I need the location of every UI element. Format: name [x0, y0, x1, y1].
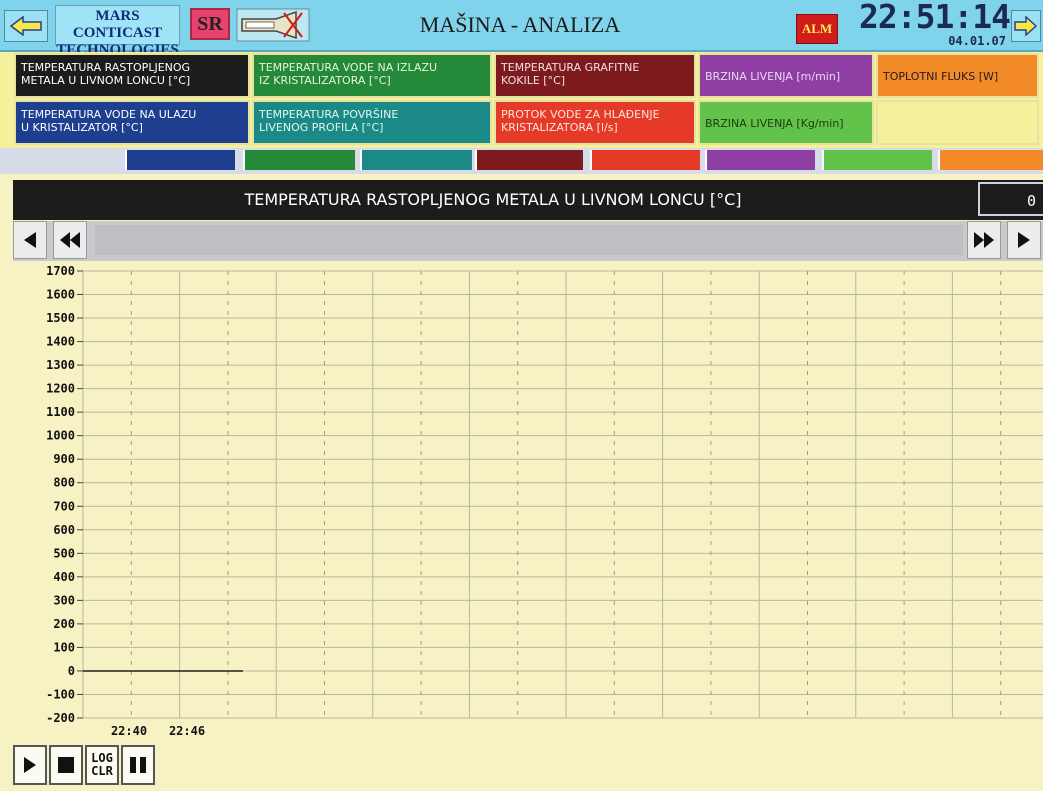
- horn-button[interactable]: [236, 8, 310, 42]
- x-tick-label: 22:40: [111, 724, 147, 738]
- signal-label: TEMPERATURA GRAFITNE: [501, 61, 640, 74]
- x-tick-label: 22:46: [169, 724, 205, 738]
- clock-time: 22:51:14: [859, 0, 1011, 36]
- scroll-left-button[interactable]: [13, 221, 47, 259]
- y-tick-label: 1600: [46, 288, 75, 302]
- signal-label: BRZINA LIVENJA [Kg/min]: [705, 117, 844, 130]
- y-tick-label: 1300: [46, 358, 75, 372]
- signal-label: BRZINA LIVENJA [m/min]: [705, 70, 841, 83]
- signal-label: KRISTALIZATORA [l/s]: [501, 121, 618, 134]
- signal-label: IZ KRISTALIZATORA [°C]: [259, 74, 391, 87]
- stop-icon: [58, 757, 74, 773]
- play-icon: [24, 757, 36, 773]
- signal-cooling-water-flow-button[interactable]: PROTOK VODE ZA HLAĐENJE KRISTALIZATORA […: [494, 100, 696, 145]
- double-right-icon: [974, 232, 994, 248]
- pause-icon: [130, 757, 146, 773]
- signal-label: TEMPERATURA VODE NA IZLAZU: [259, 61, 438, 74]
- signal-label: TOPLOTNI FLUKS [W]: [883, 70, 999, 83]
- clock-date: 04.01.07: [948, 34, 1006, 48]
- clear-label: CLR: [91, 764, 113, 778]
- fast-scroll-right-button[interactable]: [967, 221, 1001, 259]
- playback-controls: LOG CLR: [13, 745, 193, 789]
- signal-label: KOKILE [°C]: [501, 74, 566, 87]
- y-tick-label: 1700: [46, 264, 75, 278]
- series-swatch[interactable]: [590, 150, 700, 170]
- series-swatch[interactable]: [125, 150, 235, 170]
- signal-water-outlet-temp-button[interactable]: TEMPERATURA VODE NA IZLAZU IZ KRISTALIZA…: [252, 53, 492, 98]
- series-swatch[interactable]: [475, 150, 583, 170]
- scroll-track[interactable]: [95, 225, 963, 255]
- series-swatch[interactable]: [243, 150, 355, 170]
- pause-button[interactable]: [121, 745, 155, 785]
- log-clear-button[interactable]: LOG CLR: [85, 745, 119, 785]
- signal-molten-metal-temp-button[interactable]: TEMPERATURA RASTOPLJENOG METALA U LIVNOM…: [14, 53, 250, 98]
- y-tick-label: 100: [53, 640, 75, 654]
- signal-casting-speed-m-button[interactable]: BRZINA LIVENJA [m/min]: [698, 53, 874, 98]
- y-tick-label: 800: [53, 476, 75, 490]
- stop-button[interactable]: [49, 745, 83, 785]
- y-tick-label: 600: [53, 523, 75, 537]
- series-swatch[interactable]: [938, 150, 1043, 170]
- signal-graphite-mould-temp-button[interactable]: TEMPERATURA GRAFITNE KOKILE [°C]: [494, 53, 696, 98]
- y-tick-label: 700: [53, 499, 75, 513]
- signal-label: PROTOK VODE ZA HLAĐENJE: [501, 108, 660, 121]
- y-tick-label: 400: [53, 570, 75, 584]
- alarm-button[interactable]: ALM: [796, 14, 838, 44]
- y-tick-label: 500: [53, 546, 75, 560]
- language-button[interactable]: SR: [190, 8, 230, 40]
- screen-title: MAŠINA - ANALIZA: [419, 12, 621, 37]
- y-tick-label: 900: [53, 452, 75, 466]
- brand-name: MARS CONTICAST: [72, 8, 163, 41]
- y-tick-label: 200: [53, 617, 75, 631]
- signal-empty-slot: [876, 100, 1039, 145]
- signal-label: LIVENOG PROFILA [°C]: [259, 121, 384, 134]
- series-swatch[interactable]: [822, 150, 932, 170]
- signal-label: TEMPERATURA RASTOPLJENOG: [21, 61, 191, 74]
- double-left-icon: [60, 232, 80, 248]
- arrow-left-icon: [9, 16, 42, 36]
- triangle-right-icon: [1018, 232, 1030, 248]
- time-scroll-bar: [13, 221, 1043, 261]
- signal-profile-surface-temp-button[interactable]: TEMPERATURA POVRŠINE LIVENOG PROFILA [°C…: [252, 100, 492, 145]
- y-tick-label: 1200: [46, 382, 75, 396]
- y-tick-label: 1400: [46, 335, 75, 349]
- y-tick-label: 1100: [46, 405, 75, 419]
- y-tick-label: 0: [68, 664, 75, 678]
- scroll-right-button[interactable]: [1007, 221, 1041, 259]
- triangle-left-icon: [24, 232, 36, 248]
- y-tick-label: 1000: [46, 429, 75, 443]
- signal-heat-flux-button[interactable]: TOPLOTNI FLUKS [W]: [876, 53, 1039, 98]
- signal-selector: TEMPERATURA RASTOPLJENOG METALA U LIVNOM…: [0, 52, 1043, 148]
- y-tick-label: -100: [46, 687, 75, 701]
- top-bar: MARS CONTICAST TECHNOLOGIES SR MAŠINA - …: [0, 0, 1043, 58]
- brand-logo: MARS CONTICAST TECHNOLOGIES: [55, 5, 180, 58]
- previous-screen-button[interactable]: [4, 10, 48, 42]
- series-swatch[interactable]: [705, 150, 815, 170]
- signal-label: TEMPERATURA POVRŠINE: [259, 108, 399, 121]
- y-tick-label: -200: [46, 711, 75, 725]
- series-color-strip: [0, 148, 1043, 174]
- signal-label: METALA U LIVNOM LONCU [°C]: [21, 74, 191, 87]
- play-button[interactable]: [13, 745, 47, 785]
- signal-casting-speed-kg-button[interactable]: BRZINA LIVENJA [Kg/min]: [698, 100, 874, 145]
- signal-label: U KRISTALIZATOR [°C]: [21, 121, 143, 134]
- series-swatch[interactable]: [360, 150, 472, 170]
- trend-chart[interactable]: 1700160015001400130012001100100090080070…: [13, 262, 1043, 738]
- fast-scroll-left-button[interactable]: [53, 221, 87, 259]
- y-tick-label: 300: [53, 593, 75, 607]
- y-tick-label: 1500: [46, 311, 75, 325]
- arrow-right-icon: [1014, 16, 1038, 36]
- chart-header: TEMPERATURA RASTOPLJENOG METALA U LIVNOM…: [13, 180, 1043, 220]
- signal-label: TEMPERATURA VODE NA ULAZU: [21, 108, 197, 121]
- chart-title: TEMPERATURA RASTOPLJENOG METALA U LIVNOM…: [244, 190, 742, 209]
- next-screen-button[interactable]: [1011, 10, 1041, 42]
- horn-icon: [236, 8, 310, 42]
- signal-water-inlet-temp-button[interactable]: TEMPERATURA VODE NA ULAZU U KRISTALIZATO…: [14, 100, 250, 145]
- current-value-display: 0: [978, 182, 1043, 216]
